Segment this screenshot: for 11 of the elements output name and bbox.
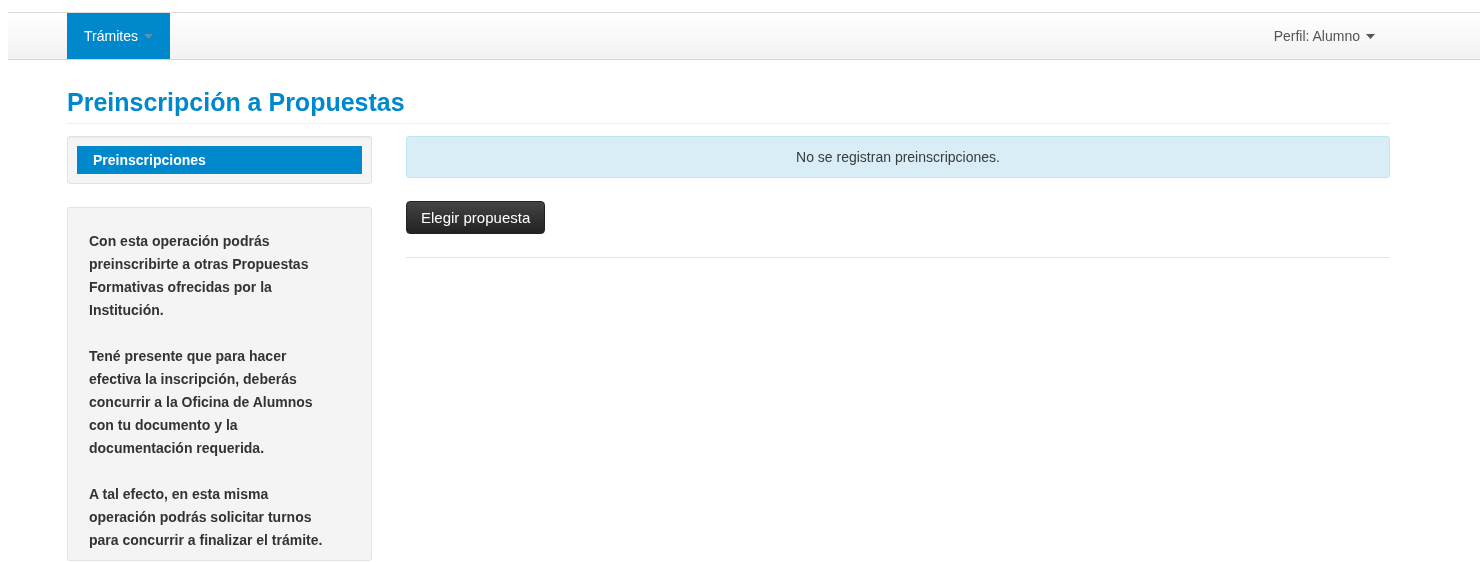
sidebar-item[interactable]: Preinscripciones	[77, 146, 362, 174]
help-paragraph: Tené presente que para hacer efectiva la inscripción, deberás concurrir a la Oficina de Alumnos con tu documento y la documentación requerida.	[89, 347, 314, 458]
info-alert: No se registran preinscripciones.	[406, 136, 1390, 178]
caret-icon	[143, 33, 153, 39]
help-paragraph: A tal efecto, en esta misma operación podrás solicitar turnos para concurrir a finalizar el trámite.	[89, 485, 324, 550]
choose-button[interactable]: Elegir propuesta	[406, 201, 546, 234]
nav-menu[interactable]: Trámites	[67, 13, 170, 59]
page-title: Preinscripción a Propuestas	[67, 88, 1390, 124]
caret-icon	[1366, 33, 1375, 39]
profile-menu[interactable]: Perfil: Alumno	[1258, 13, 1390, 59]
help-paragraph: Con esta operación podrás preinscribirte a otras Propuestas Formativas ofrecidas por la Institución.	[89, 232, 310, 320]
